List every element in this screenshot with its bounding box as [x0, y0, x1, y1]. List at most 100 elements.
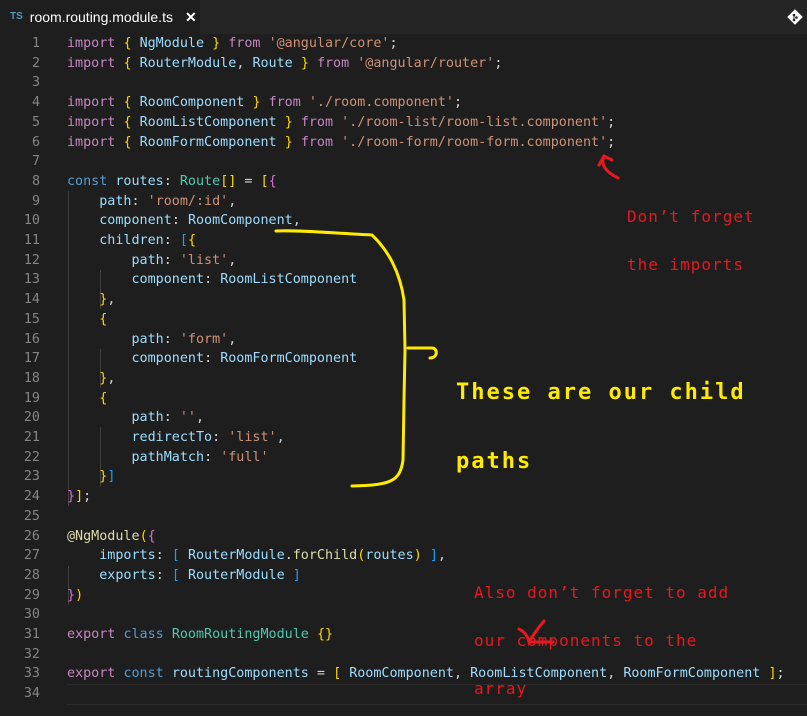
code-token: RouterModule	[139, 55, 237, 71]
code-token: from	[300, 134, 334, 150]
code-text: path: 'form',	[67, 330, 237, 350]
code-token: RoomRoutingModule	[171, 627, 309, 642]
code-text: redirectTo: 'list',	[67, 428, 285, 448]
line-number: 28	[23, 567, 40, 583]
code-token: import	[67, 114, 116, 130]
git-compare-icon[interactable]	[787, 9, 803, 25]
line-number: 11	[23, 233, 40, 248]
line-number: 19	[23, 390, 40, 406]
code-line[interactable]: 1 import { NgModule } from '@angular/core…	[0, 34, 807, 54]
code-token: :	[212, 430, 229, 445]
code-token: path	[99, 193, 132, 209]
code-line[interactable]: 5 import { RoomListComponent } from './ro…	[0, 113, 807, 133]
line-number: 17	[23, 351, 40, 367]
code-text: }]	[67, 467, 115, 487]
code-token: }	[284, 134, 293, 150]
code-token: ]	[768, 666, 777, 682]
code-token: ;	[83, 489, 92, 505]
code-token: exports	[99, 567, 156, 583]
code-token: }	[67, 489, 76, 505]
code-line[interactable]: 7	[0, 152, 807, 172]
code-text: component: RoomComponent,	[67, 211, 301, 231]
code-token: {	[123, 36, 132, 51]
code-line[interactable]: 2 import { RouterModule, Route } from '@a…	[0, 54, 807, 74]
code-token: :	[131, 193, 148, 209]
code-token: 'list'	[179, 252, 229, 268]
code-token: ,	[107, 370, 116, 386]
code-token: :	[163, 252, 180, 268]
tab-bar: TS room.routing.module.ts ✕	[0, 0, 807, 34]
code-line[interactable]: 3	[0, 73, 807, 93]
code-token: {	[123, 134, 132, 150]
code-token: Route	[252, 55, 293, 71]
code-token: ,	[228, 331, 237, 347]
code-line[interactable]: 6 import { RoomFormComponent } from './ro…	[0, 133, 807, 153]
code-token: 'list'	[228, 430, 277, 445]
code-line[interactable]: 15 {	[0, 310, 807, 330]
code-token: (	[139, 528, 148, 544]
code-token: RoomFormComponent	[139, 134, 277, 150]
code-token: path	[131, 331, 164, 347]
line-number: 24	[23, 489, 40, 505]
code-token: 'full'	[220, 449, 269, 465]
code-token: './room.component'	[308, 95, 454, 111]
code-token: [	[179, 233, 188, 248]
child-paths-note-line: paths	[456, 449, 533, 474]
line-number: 23	[23, 469, 40, 485]
code-token: import	[67, 36, 116, 51]
code-token: export	[67, 627, 116, 642]
code-token: ,	[454, 666, 471, 682]
code-line[interactable]: 26 @NgModule({	[0, 527, 807, 547]
code-token: ,	[236, 55, 253, 71]
close-icon[interactable]: ✕	[185, 9, 197, 26]
code-token: path	[131, 410, 164, 426]
array-note: Also don’t forget to add our components …	[474, 553, 729, 713]
code-token: {	[187, 233, 196, 248]
code-line[interactable]: 25	[0, 507, 807, 527]
code-token: component	[131, 351, 205, 367]
code-token: RoomComponent	[187, 213, 293, 229]
code-token: ;	[607, 114, 616, 130]
code-line[interactable]: 4 import { RoomComponent } from './room.c…	[0, 93, 807, 113]
code-text: },	[67, 369, 115, 389]
line-number: 12	[23, 252, 40, 268]
code-token: :	[155, 567, 172, 583]
tab-title: room.routing.module.ts	[29, 9, 173, 25]
line-number: 13	[23, 272, 40, 288]
minimap[interactable]	[802, 34, 807, 716]
code-token: =	[236, 173, 261, 189]
code-token: }	[67, 587, 76, 603]
line-number: 31	[23, 627, 40, 642]
code-text: path: '',	[67, 408, 205, 428]
tab-room-routing-module[interactable]: TS room.routing.module.ts ✕	[0, 0, 200, 34]
code-line[interactable]: 14 },	[0, 290, 807, 310]
line-number: 5	[31, 114, 40, 130]
code-token: :	[163, 173, 180, 189]
code-token: }	[212, 36, 221, 51]
code-text: imports: [ RouterModule.forChild(routes)…	[67, 546, 446, 566]
code-token: )	[413, 548, 422, 564]
code-token: const	[123, 666, 164, 682]
code-text: path: 'list',	[67, 251, 237, 271]
code-token: {	[147, 528, 156, 544]
code-token: 'room/:id'	[147, 193, 229, 209]
code-token: {	[268, 173, 277, 189]
code-text: path: 'room/:id',	[67, 192, 236, 212]
code-text: component: RoomFormComponent	[67, 349, 358, 369]
line-number: 6	[31, 134, 40, 150]
code-token: }	[252, 95, 261, 111]
